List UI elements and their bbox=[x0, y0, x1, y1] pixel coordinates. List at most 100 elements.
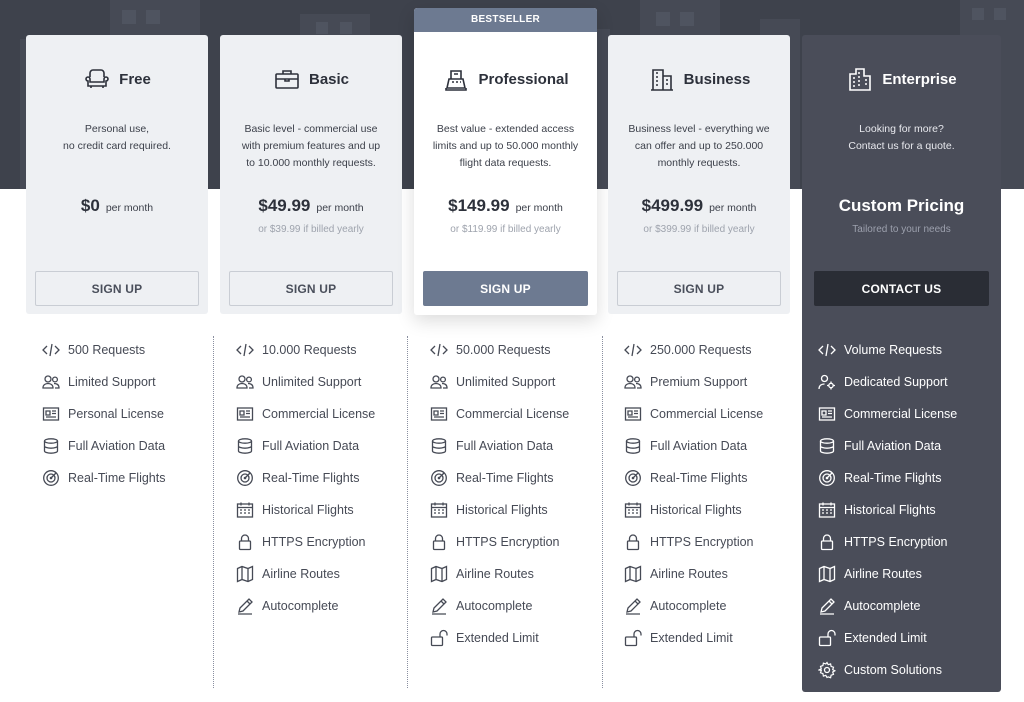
feature-label: Commercial License bbox=[844, 407, 958, 421]
users-icon bbox=[429, 373, 448, 392]
feature-list-business: 250.000 Requests Premium Support Commercia… bbox=[623, 334, 763, 654]
feature-label: Extended Limit bbox=[844, 631, 927, 645]
feature-label: Airline Routes bbox=[844, 567, 922, 581]
plan-name: Business bbox=[683, 70, 751, 88]
code-icon bbox=[429, 341, 448, 360]
column-divider bbox=[602, 336, 603, 688]
code-icon bbox=[623, 341, 642, 360]
feature-item: Autocomplete bbox=[623, 590, 763, 622]
plan-name: Enterprise bbox=[882, 70, 957, 88]
radar-icon bbox=[235, 469, 254, 488]
feature-label: HTTPS Encryption bbox=[456, 535, 560, 549]
feature-item: Full Aviation Data bbox=[235, 430, 375, 462]
feature-item: Real-Time Flights bbox=[817, 462, 957, 494]
price-amount: $0 bbox=[80, 196, 100, 215]
feature-label: Limited Support bbox=[68, 375, 156, 389]
calendar-icon bbox=[817, 501, 836, 520]
feature-label: 250.000 Requests bbox=[650, 343, 752, 357]
feature-label: Extended Limit bbox=[456, 631, 539, 645]
feature-label: HTTPS Encryption bbox=[844, 535, 948, 549]
yearly-price-note: or $39.99 if billed yearly bbox=[258, 224, 364, 235]
feature-label: Airline Routes bbox=[456, 567, 534, 581]
feature-label: Historical Flights bbox=[844, 503, 936, 517]
users-icon bbox=[623, 373, 642, 392]
sign-up-button[interactable]: SIGN UP bbox=[229, 271, 393, 306]
feature-list-enterprise: Volume Requests Dedicated Support Commerci… bbox=[817, 334, 957, 686]
feature-item: HTTPS Encryption bbox=[623, 526, 763, 558]
sign-up-button[interactable]: SIGN UP bbox=[617, 271, 781, 306]
feature-label: Commercial License bbox=[262, 407, 376, 421]
feature-label: Full Aviation Data bbox=[68, 439, 166, 453]
map-icon bbox=[623, 565, 642, 584]
plan-name: Basic bbox=[308, 70, 350, 88]
plan-card-business: Business Business level - everything we … bbox=[608, 35, 790, 314]
feature-label: Extended Limit bbox=[650, 631, 733, 645]
license-icon bbox=[817, 405, 836, 424]
feature-item: Commercial License bbox=[235, 398, 375, 430]
feature-label: 10.000 Requests bbox=[262, 343, 357, 357]
plan-description: Personal use, no credit card required. bbox=[63, 123, 171, 152]
calendar-icon bbox=[623, 501, 642, 520]
feature-label: Commercial License bbox=[456, 407, 570, 421]
feature-item: Real-Time Flights bbox=[623, 462, 763, 494]
license-icon bbox=[623, 405, 642, 424]
database-icon bbox=[235, 437, 254, 456]
lock-icon bbox=[429, 533, 448, 552]
feature-item: HTTPS Encryption bbox=[235, 526, 375, 558]
yearly-price-note: or $399.99 if billed yearly bbox=[643, 224, 755, 235]
sign-up-button[interactable]: SIGN UP bbox=[423, 271, 588, 306]
feature-label: Airline Routes bbox=[650, 567, 728, 581]
yearly-price-note: or $119.99 if billed yearly bbox=[450, 224, 561, 235]
feature-label: Autocomplete bbox=[650, 599, 727, 613]
plan-price: $149.99 per month bbox=[414, 196, 597, 216]
plan-card-basic: Basic Basic level - commercial use with … bbox=[220, 35, 402, 314]
contact-us-button[interactable]: CONTACT US bbox=[814, 271, 989, 306]
feature-item: Full Aviation Data bbox=[41, 430, 165, 462]
feature-item: Airline Routes bbox=[429, 558, 569, 590]
feature-item: Premium Support bbox=[623, 366, 763, 398]
radar-icon bbox=[429, 469, 448, 488]
feature-label: Real-Time Flights bbox=[650, 471, 748, 485]
code-icon bbox=[817, 341, 836, 360]
radar-icon bbox=[41, 469, 60, 488]
plan-price: $0 per month bbox=[26, 196, 208, 216]
feature-item: Historical Flights bbox=[623, 494, 763, 526]
price-amount: $49.99 bbox=[258, 196, 311, 215]
database-icon bbox=[429, 437, 448, 456]
plan-description: Looking for more? Contact us for a quote… bbox=[848, 123, 955, 152]
feature-item: Volume Requests bbox=[817, 334, 957, 366]
feature-label: Autocomplete bbox=[262, 599, 339, 613]
feature-item: Historical Flights bbox=[817, 494, 957, 526]
feature-item: Full Aviation Data bbox=[429, 430, 569, 462]
plan-header: Professional bbox=[414, 65, 597, 93]
database-icon bbox=[41, 437, 60, 456]
pencil-icon bbox=[817, 597, 836, 616]
code-icon bbox=[41, 341, 60, 360]
feature-item: Extended Limit bbox=[623, 622, 763, 654]
support-gear-icon bbox=[817, 373, 836, 392]
plan-name: Professional bbox=[478, 70, 569, 88]
radar-icon bbox=[623, 469, 642, 488]
plan-price: Custom Pricing bbox=[802, 196, 1001, 216]
feature-item: Historical Flights bbox=[429, 494, 569, 526]
column-divider bbox=[213, 336, 214, 688]
feature-item: Historical Flights bbox=[235, 494, 375, 526]
feature-item: 50.000 Requests bbox=[429, 334, 569, 366]
feature-label: Personal License bbox=[68, 407, 164, 421]
sign-up-button[interactable]: SIGN UP bbox=[35, 271, 199, 306]
feature-item: 500 Requests bbox=[41, 334, 165, 366]
license-icon bbox=[41, 405, 60, 424]
feature-item: Extended Limit bbox=[429, 622, 569, 654]
plan-header: Business bbox=[608, 65, 790, 93]
feature-item: Unlimited Support bbox=[429, 366, 569, 398]
price-period: per month bbox=[316, 202, 364, 214]
feature-label: Autocomplete bbox=[844, 599, 921, 613]
feature-item: Autocomplete bbox=[429, 590, 569, 622]
feature-label: Real-Time Flights bbox=[456, 471, 554, 485]
feature-label: Premium Support bbox=[650, 375, 748, 389]
feature-item: Full Aviation Data bbox=[817, 430, 957, 462]
feature-label: Full Aviation Data bbox=[456, 439, 554, 453]
feature-label: Unlimited Support bbox=[262, 375, 362, 389]
feature-item: Unlimited Support bbox=[235, 366, 375, 398]
feature-item: Commercial License bbox=[623, 398, 763, 430]
